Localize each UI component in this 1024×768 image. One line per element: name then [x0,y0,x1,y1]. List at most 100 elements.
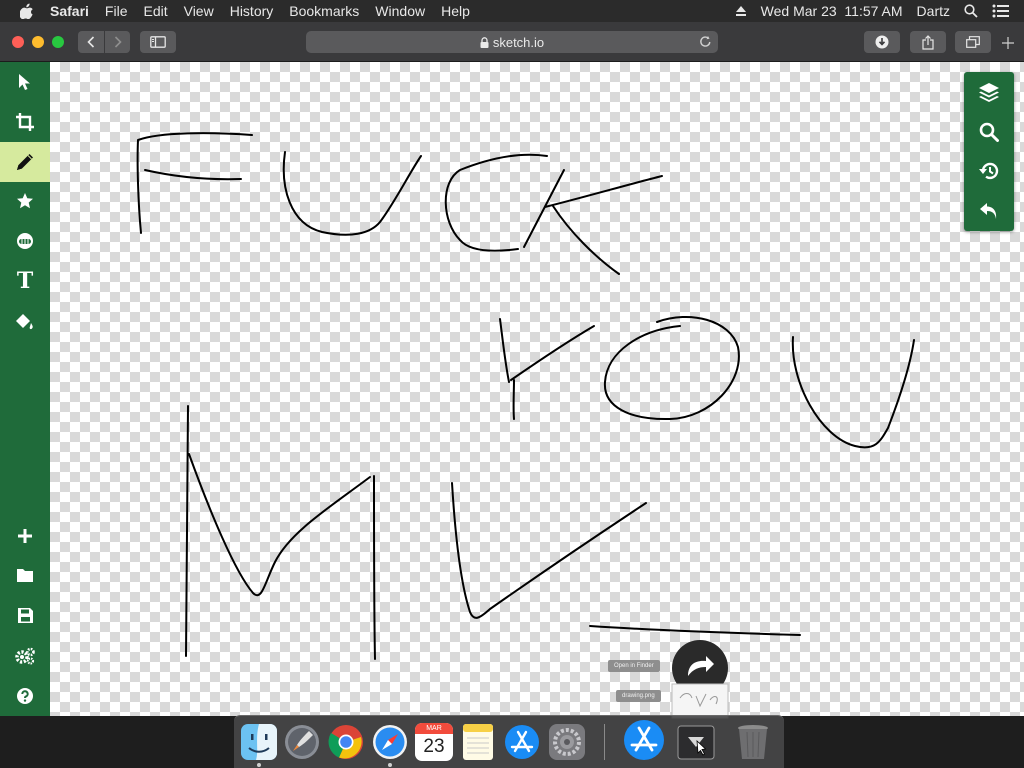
share-button[interactable] [910,31,946,53]
drawing-canvas[interactable]: Open in Finder drawing.png [50,62,1024,719]
tool-text[interactable]: T [0,261,50,301]
menu-user[interactable]: Dartz [917,3,950,19]
calendar-icon[interactable]: MAR 23 [415,723,453,761]
tool-open[interactable] [0,555,50,595]
show-sidebar-button[interactable] [140,31,176,53]
download-icon [875,35,889,49]
stroke [544,175,663,208]
zoom-button[interactable] [964,112,1014,152]
undo-icon [980,203,997,219]
search-icon [979,122,999,142]
menu-bookmarks[interactable]: Bookmarks [281,0,367,22]
left-tool-sidebar: T [0,62,50,716]
trash-icon[interactable] [734,723,772,761]
stroke [499,318,510,383]
plus-icon [1002,37,1014,49]
open-in-finder-button[interactable]: Open in Finder [608,660,660,672]
tool-help[interactable] [0,676,50,716]
menu-view[interactable]: View [176,0,222,22]
star-icon [17,193,33,209]
stroke [373,475,376,660]
history-button[interactable] [964,151,1014,191]
tool-select[interactable] [0,62,50,102]
layers-icon [979,83,999,102]
stroke [603,315,740,421]
url-text: sketch.io [492,34,545,50]
nav-buttons [78,31,130,53]
save-icon [17,607,33,623]
menu-edit[interactable]: Edit [135,0,175,22]
tool-pencil[interactable] [0,142,50,182]
reload-icon[interactable] [699,35,712,48]
stroke [188,453,371,597]
menu-window[interactable]: Window [367,0,433,22]
finder-icon[interactable] [240,723,278,761]
downloads-button[interactable] [864,31,900,53]
pointer-icon [19,74,30,90]
text-icon: T [16,268,34,294]
calendar-day: 23 [423,736,445,757]
thumbnail-preview [671,683,729,719]
spotlight-search-icon[interactable] [964,4,978,18]
paint-bucket-icon [16,314,33,330]
tool-crop[interactable] [0,102,50,142]
notes-icon[interactable] [459,723,497,761]
system-preferences-icon[interactable] [548,723,586,761]
menu-file[interactable]: File [97,0,136,22]
stroke [589,625,801,636]
address-bar[interactable]: sketch.io [306,31,718,53]
tool-emoji[interactable] [0,221,50,261]
stroke [444,153,548,252]
dock-separator [604,724,605,760]
launchpad-icon[interactable] [283,723,321,761]
history-icon [979,162,999,180]
eject-icon[interactable] [735,5,747,17]
tabs-overview-icon [966,36,980,48]
tool-new[interactable] [0,516,50,556]
stroke [282,151,422,236]
fullscreen-window-button[interactable] [52,36,64,48]
layers-button[interactable] [964,72,1014,112]
running-indicator [388,763,392,767]
chevron-left-icon [87,36,95,48]
stroke [185,405,189,657]
stroke [144,169,242,181]
menu-app-name[interactable]: Safari [46,0,97,22]
tool-fill[interactable] [0,302,50,342]
chrome-icon[interactable] [327,723,365,761]
apple-icon[interactable] [20,3,34,19]
question-icon [17,688,33,704]
downloads-stack-icon[interactable] [677,723,715,761]
face-icon [17,233,33,249]
menu-bar: Safari File Edit View History Bookmarks … [0,0,1024,22]
lock-icon [480,36,489,48]
minimize-window-button[interactable] [32,36,44,48]
stroke [552,205,620,275]
menu-help[interactable]: Help [433,0,478,22]
close-window-button[interactable] [12,36,24,48]
running-indicator [257,763,261,767]
tool-stamp[interactable] [0,181,50,221]
crop-icon [16,113,34,131]
tool-settings[interactable] [0,636,50,676]
notification-center-icon[interactable] [992,4,1010,18]
stroke [791,336,915,449]
menu-clock[interactable]: Wed Mar 23 11:57 AM [761,3,903,19]
new-tab-button[interactable] [1002,34,1014,52]
folder-icon [17,569,33,582]
tool-save[interactable] [0,595,50,635]
app-store-icon[interactable] [503,723,541,761]
screenshot-thumbnail[interactable] [670,640,730,720]
undo-button[interactable] [964,191,1014,231]
forward-button[interactable] [104,31,130,53]
sketch-strokes [136,132,915,660]
show-all-tabs-button[interactable] [955,31,991,53]
share-icon [922,34,934,50]
chevron-right-icon [114,36,122,48]
app-store-icon[interactable] [622,718,666,762]
stroke [523,169,565,248]
dock: MAR 23 [234,715,784,768]
safari-icon[interactable] [371,723,409,761]
menu-history[interactable]: History [222,0,282,22]
back-button[interactable] [78,31,104,53]
